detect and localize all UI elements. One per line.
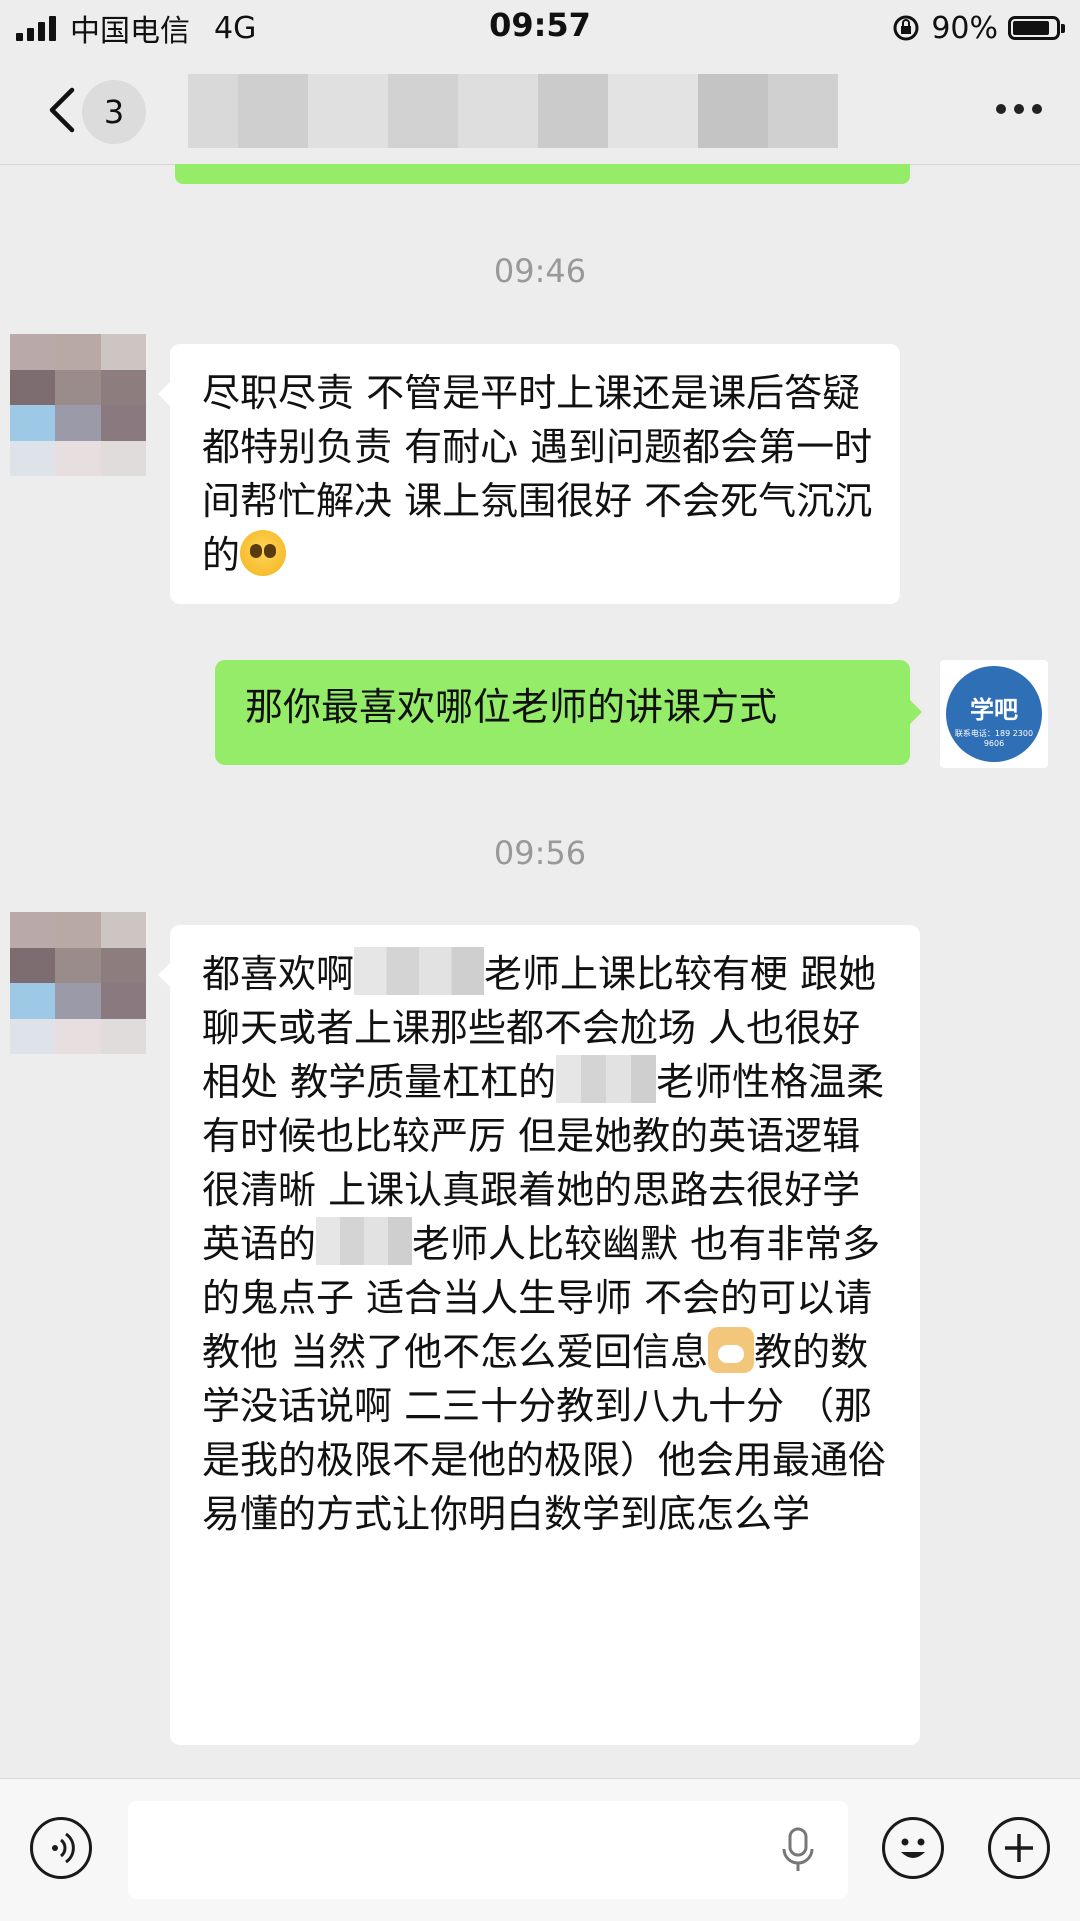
battery-percent: 90% xyxy=(931,10,998,46)
incoming-message-bubble[interactable]: 都喜欢啊 老师上课比较有梗 跟她聊天或者上课那些都不会尬场 人也很好相处 教学质量… xyxy=(158,925,920,1745)
redacted-name xyxy=(556,1055,657,1103)
message-text: 尽职尽责 不管是平时上课还是课后答疑 都特别负责 有耐心 遇到问题都会第一时间帮… xyxy=(202,371,873,577)
chat-input-bar xyxy=(0,1778,1080,1921)
self-avatar[interactable]: 学吧 联系电话：189 2300 9606 xyxy=(940,660,1048,768)
contact-avatar-blurred[interactable] xyxy=(10,912,146,1054)
chat-title-blurred xyxy=(188,74,878,148)
plus-icon xyxy=(1005,1834,1033,1862)
message-text: 那你最喜欢哪位老师的讲课方式 xyxy=(245,685,778,729)
previous-outgoing-bubble-edge xyxy=(175,164,910,184)
add-more-button[interactable] xyxy=(988,1817,1050,1879)
brand-logo: 学吧 联系电话：189 2300 9606 xyxy=(946,666,1042,762)
voice-toggle-button[interactable] xyxy=(30,1817,92,1879)
microphone-icon[interactable] xyxy=(778,1827,818,1873)
redacted-name xyxy=(316,1217,413,1265)
unread-count-badge[interactable]: 3 xyxy=(82,80,146,144)
incoming-message-bubble[interactable]: 尽职尽责 不管是平时上课还是课后答疑 都特别负责 有耐心 遇到问题都会第一时间帮… xyxy=(158,344,900,604)
message-text-part: 都喜欢啊 xyxy=(202,952,355,996)
voice-wave-icon xyxy=(52,1832,75,1864)
contact-avatar-blurred[interactable] xyxy=(10,334,146,476)
battery-icon xyxy=(1008,16,1065,40)
logo-subtext: 联系电话：189 2300 9606 xyxy=(954,729,1034,748)
more-options-icon[interactable] xyxy=(996,104,1042,114)
message-time: 09:56 xyxy=(493,834,587,872)
message-time: 09:46 xyxy=(493,252,587,290)
status-bar: 中国电信 4G 09:57 90% xyxy=(0,0,1080,56)
orientation-lock-icon xyxy=(893,15,919,41)
message-input[interactable] xyxy=(128,1801,848,1899)
chat-header: 3 xyxy=(0,56,1080,165)
outgoing-message-bubble[interactable]: 那你最喜欢哪位老师的讲课方式 xyxy=(215,660,922,765)
status-right: 90% xyxy=(891,8,1065,48)
smiley-face-icon xyxy=(901,1838,925,1858)
pleading-face-icon xyxy=(240,530,287,576)
doge-emoji-icon xyxy=(708,1327,755,1373)
logo-text: 学吧 xyxy=(970,696,1018,724)
redacted-name xyxy=(354,947,485,995)
emoji-button[interactable] xyxy=(882,1817,944,1879)
